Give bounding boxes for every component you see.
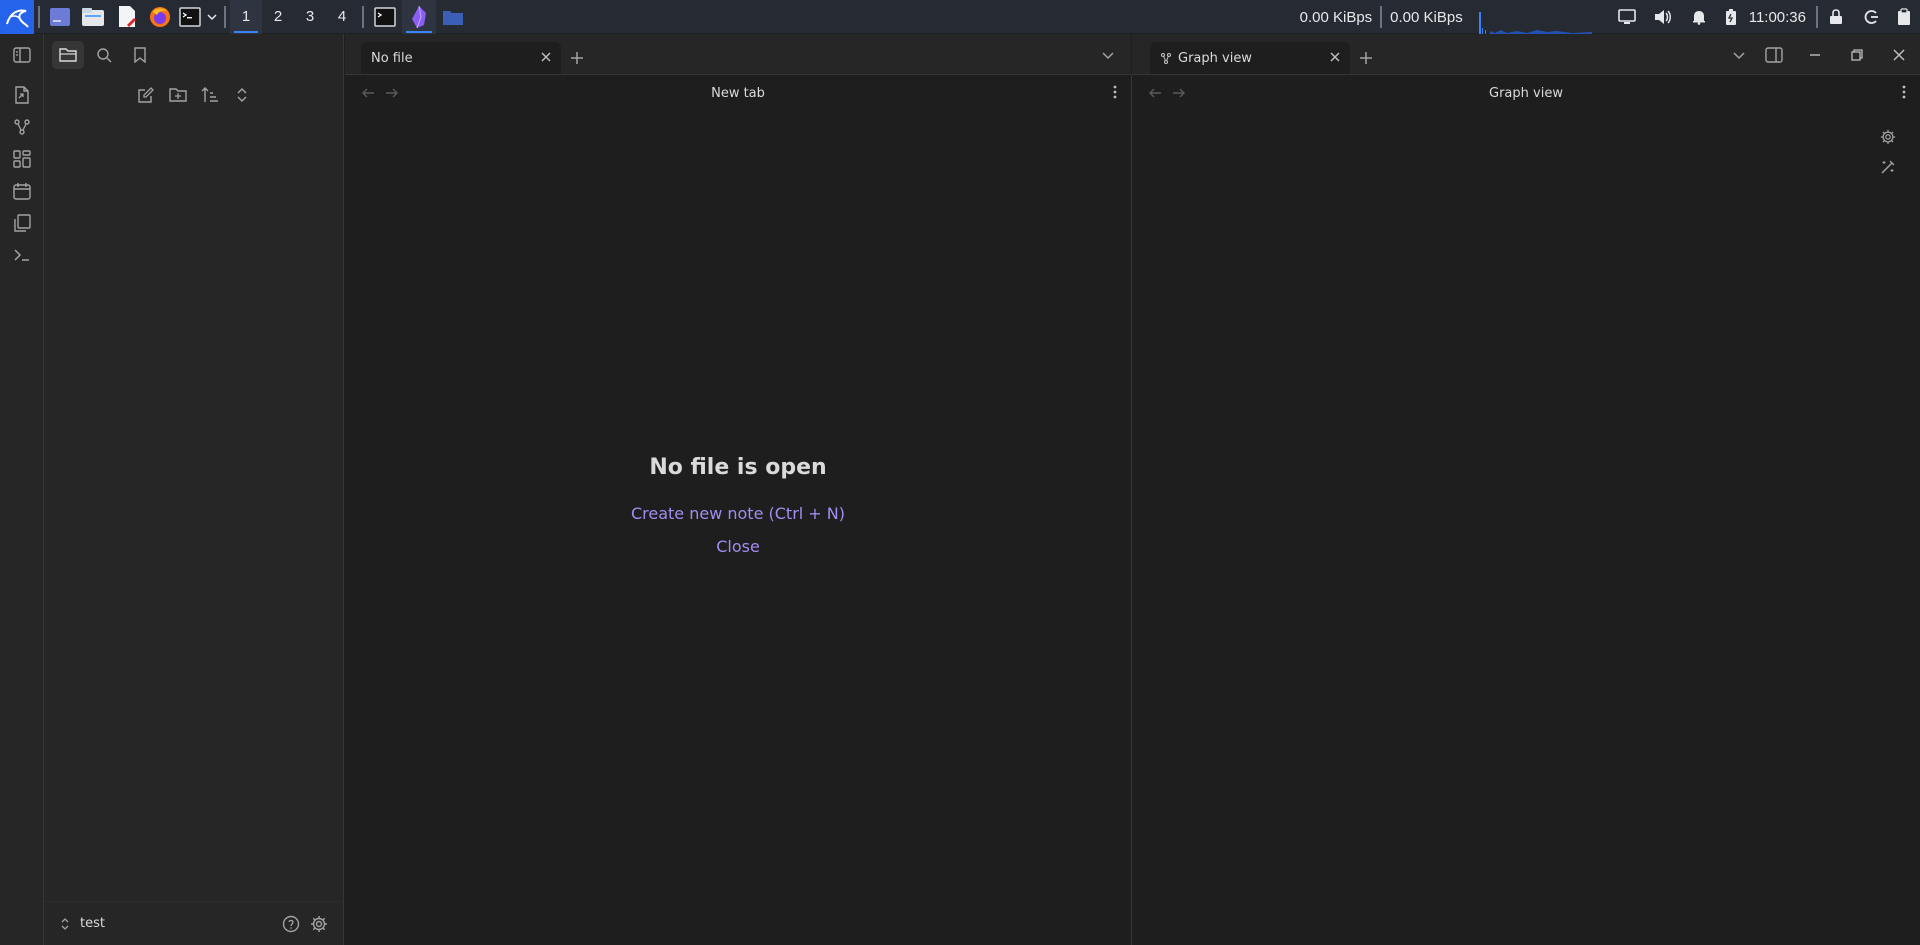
net-download-rate: 0.00 KiBps (1299, 8, 1373, 26)
show-desktop-icon[interactable] (44, 0, 76, 34)
cpu-graph (1477, 0, 1597, 34)
text-editor-icon[interactable] (110, 0, 144, 34)
ribbon (0, 34, 44, 945)
chevron-down-icon[interactable] (204, 0, 220, 34)
sort-icon[interactable] (198, 83, 222, 107)
new-folder-icon[interactable] (166, 83, 190, 107)
terminal-window-icon[interactable] (368, 0, 402, 34)
workspace-1[interactable]: 1 (230, 0, 262, 34)
notifications-icon[interactable] (1681, 0, 1717, 34)
pane-title: Graph view (1489, 85, 1563, 101)
toggle-sidebar-icon[interactable] (0, 39, 43, 71)
graph-settings-icon[interactable] (1880, 129, 1896, 145)
help-icon[interactable] (282, 915, 300, 933)
back-arrow-icon[interactable] (361, 87, 375, 99)
close-icon[interactable] (1328, 50, 1342, 64)
empty-state-title: No file is open (649, 455, 827, 480)
new-note-icon[interactable] (134, 83, 158, 107)
new-tab-icon[interactable] (1350, 42, 1382, 74)
tab-list-chevron-icon[interactable] (1101, 34, 1115, 75)
tab-no-file[interactable]: No file (361, 42, 561, 74)
vault-footer: test (44, 901, 344, 945)
kali-menu-icon[interactable] (0, 0, 34, 34)
toggle-right-sidebar-icon[interactable] (1754, 34, 1794, 75)
obsidian-window-icon[interactable] (402, 0, 436, 34)
more-options-icon[interactable] (1902, 85, 1906, 99)
right-tab-bar: Graph view (1132, 34, 1920, 75)
chevron-up-down-icon (60, 917, 70, 931)
close-link[interactable]: Close (345, 537, 1131, 556)
pane-title: New tab (711, 85, 765, 101)
clipboard-icon[interactable] (1888, 0, 1920, 34)
forward-arrow-icon[interactable] (385, 87, 399, 99)
folder-window-icon[interactable] (436, 0, 470, 34)
open-quick-switcher-icon[interactable] (0, 79, 44, 111)
bookmarks-icon[interactable] (124, 41, 156, 69)
forward-arrow-icon[interactable] (1172, 87, 1186, 99)
graph-view-icon (1160, 52, 1172, 64)
taskbar-separator (362, 5, 364, 28)
tab-label: No file (371, 50, 413, 66)
create-new-note-link[interactable]: Create new note (Ctrl + N) (345, 504, 1131, 523)
daily-notes-icon[interactable] (0, 175, 44, 207)
editor-pane: New tab No file is open Create new note … (345, 75, 1131, 945)
animate-wand-icon[interactable] (1880, 159, 1896, 175)
workspace-3[interactable]: 3 (294, 0, 326, 34)
settings-icon[interactable] (310, 915, 328, 933)
taskbar-separator (38, 5, 40, 28)
tab-graph-view[interactable]: Graph view (1150, 42, 1350, 74)
file-manager-icon[interactable] (76, 0, 110, 34)
display-icon[interactable] (1609, 0, 1645, 34)
lock-icon[interactable] (1818, 0, 1854, 34)
taskbar: 1 2 3 4 0.00 KiBps 0.00 KiBps 11:00:36 (0, 0, 1920, 34)
left-tab-bar: No file (345, 34, 1131, 75)
terminal-icon[interactable] (176, 0, 204, 34)
close-window-icon[interactable] (1878, 34, 1920, 75)
battery-icon (1717, 0, 1745, 34)
graph-view-icon[interactable] (0, 111, 44, 143)
templates-icon[interactable] (0, 207, 44, 239)
tab-list-chevron-icon[interactable] (1724, 34, 1754, 75)
files-icon[interactable] (52, 40, 84, 69)
logout-icon[interactable] (1854, 0, 1888, 34)
vault-switcher[interactable]: test (60, 916, 282, 931)
minimize-icon[interactable] (1794, 34, 1836, 75)
vault-name: test (80, 916, 105, 931)
net-upload-rate: 0.00 KiBps (1390, 8, 1463, 26)
new-tab-icon[interactable] (561, 42, 593, 74)
workspace-4[interactable]: 4 (326, 0, 358, 34)
graph-view-pane[interactable]: Graph view (1132, 75, 1920, 945)
volume-icon[interactable] (1645, 0, 1681, 34)
tab-label: Graph view (1178, 50, 1252, 66)
taskbar-separator (224, 5, 226, 28)
workspace-2[interactable]: 2 (262, 0, 294, 34)
collapse-icon[interactable] (230, 83, 254, 107)
command-palette-icon[interactable] (0, 239, 44, 271)
empty-state: No file is open Create new note (Ctrl + … (345, 455, 1131, 570)
search-icon[interactable] (88, 41, 120, 69)
canvas-icon[interactable] (0, 143, 44, 175)
clock[interactable]: 11:00:36 (1745, 9, 1816, 26)
more-options-icon[interactable] (1113, 85, 1117, 99)
file-explorer-sidebar: test (44, 34, 344, 945)
back-arrow-icon[interactable] (1148, 87, 1162, 99)
close-icon[interactable] (539, 50, 553, 64)
restore-icon[interactable] (1836, 34, 1878, 75)
firefox-icon[interactable] (144, 0, 176, 34)
